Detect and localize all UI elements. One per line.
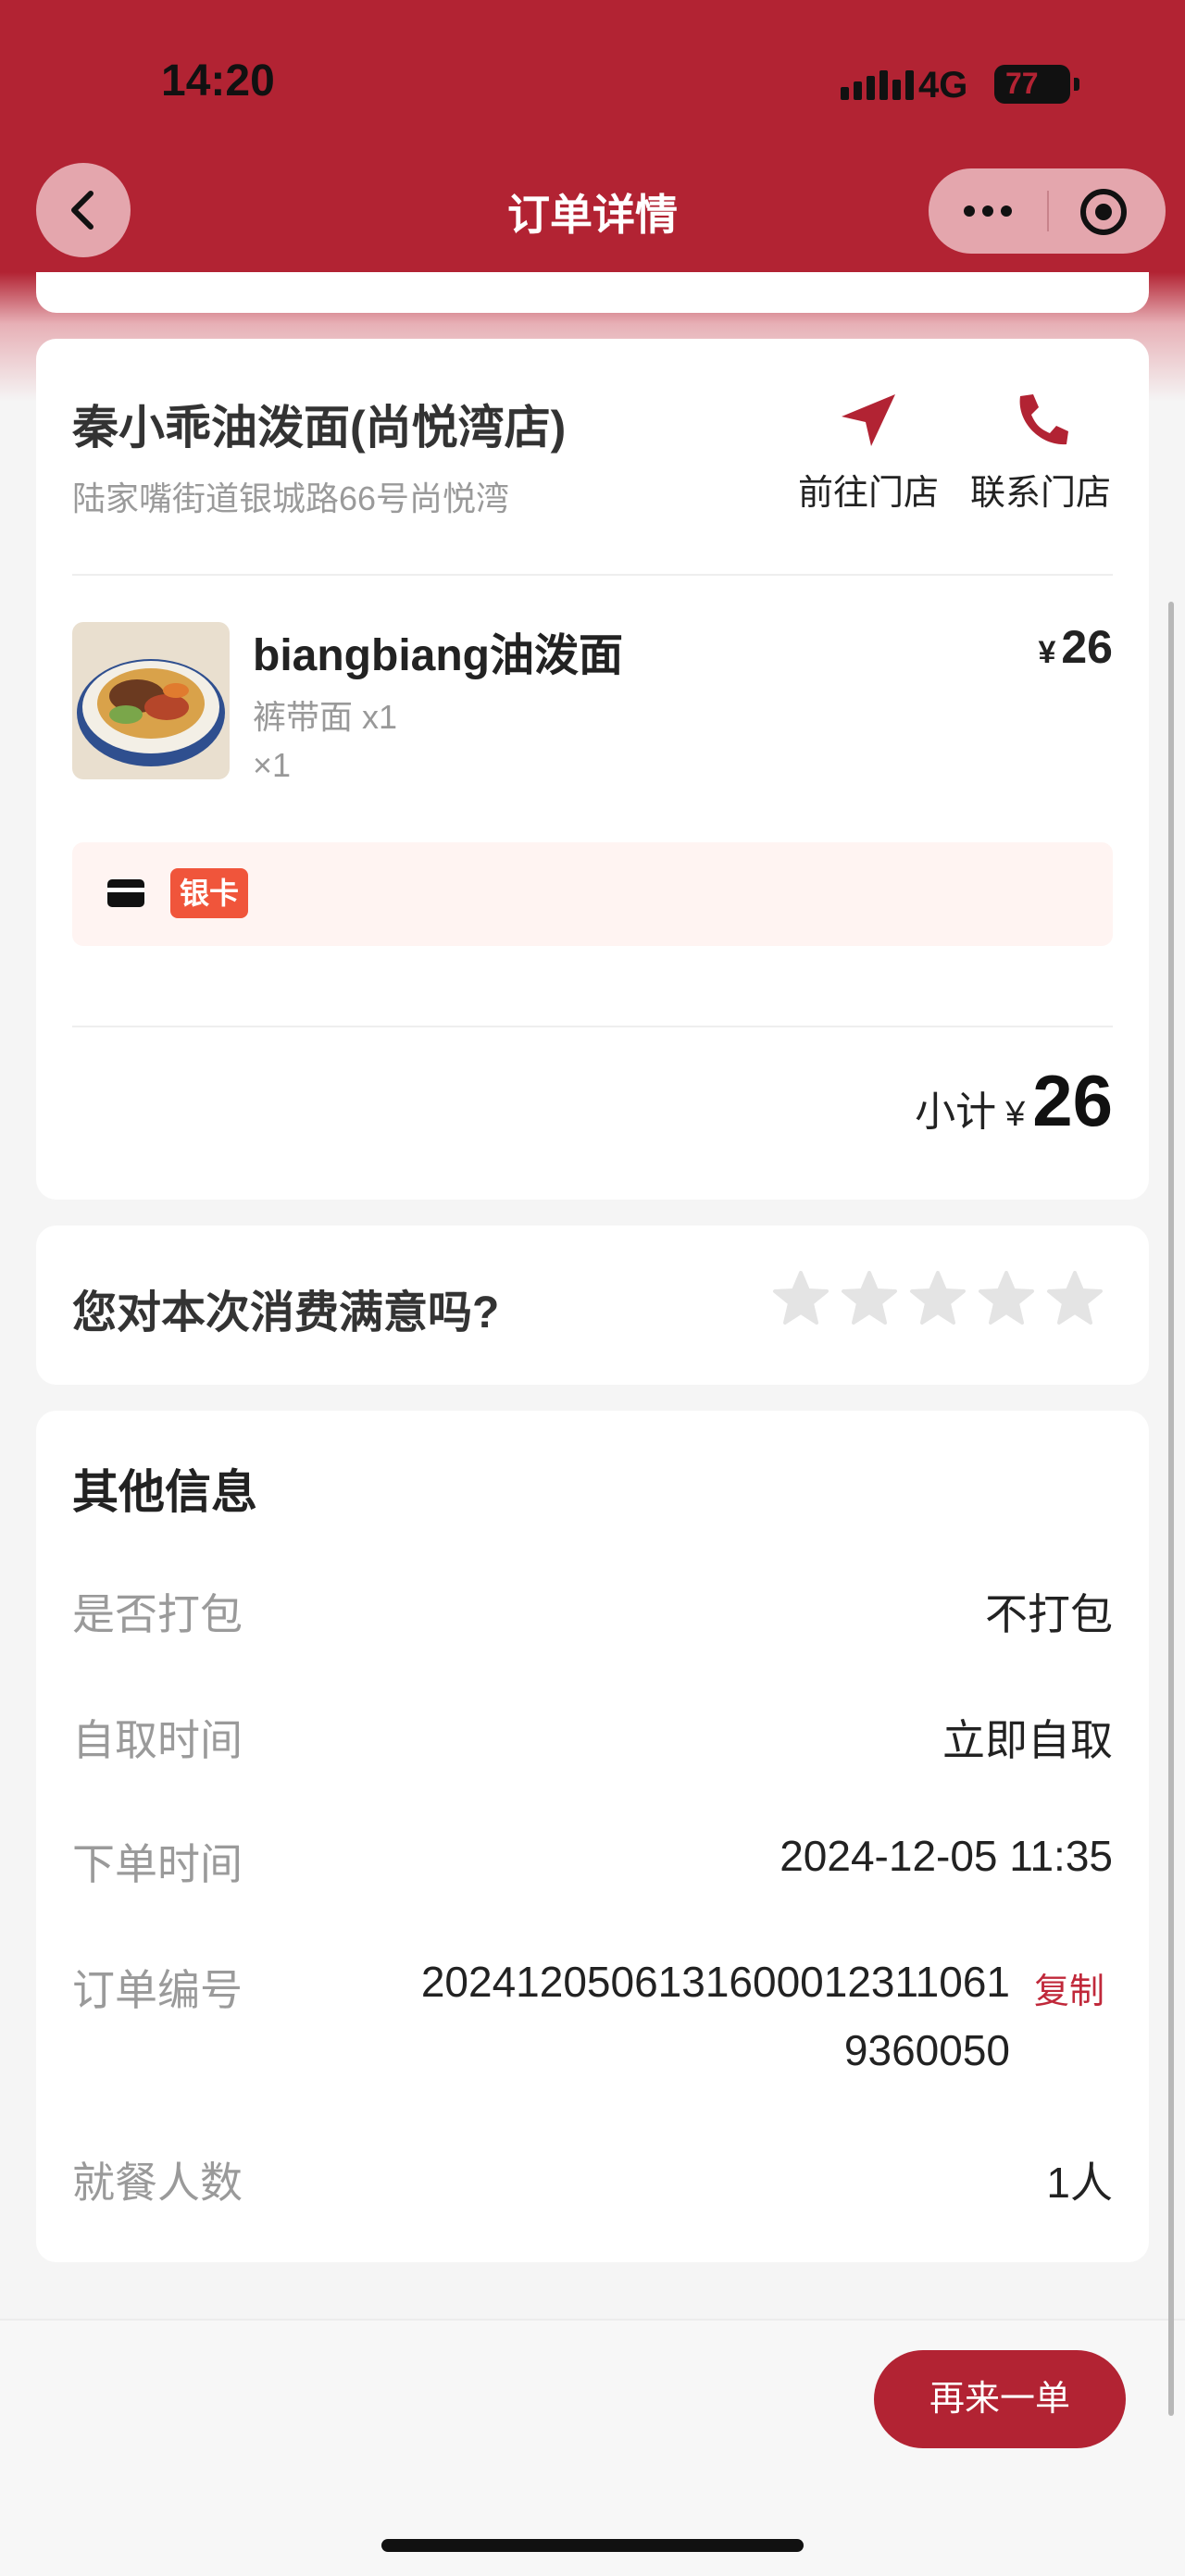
scrollbar[interactable] xyxy=(1168,602,1174,2416)
navigation-arrow-icon xyxy=(842,394,895,446)
close-mini-program-icon[interactable] xyxy=(1080,189,1127,235)
star-icon[interactable] xyxy=(841,1270,898,1327)
star-icon[interactable] xyxy=(772,1270,830,1327)
subtotal-label: 小计 xyxy=(915,1089,997,1135)
order-card: 秦小乖油泼面(尚悦湾店) 陆家嘴街道银城路66号尚悦湾 前往门店 联系门店 bi… xyxy=(36,339,1149,1200)
navigate-store-label: 前往门店 xyxy=(797,474,939,513)
packing-label: 是否打包 xyxy=(72,1590,243,1638)
capsule-divider xyxy=(1047,191,1049,231)
divider xyxy=(72,1026,1113,1027)
network-type: 4G xyxy=(918,65,968,106)
signal-icon xyxy=(841,70,914,100)
item-quantity: ×1 xyxy=(253,746,292,784)
header: 14:20 4G 77 订单详情 xyxy=(0,0,1185,272)
subtotal-currency: ¥ xyxy=(1005,1095,1026,1134)
rating-card: 您对本次消费满意吗? xyxy=(36,1226,1149,1385)
star-icon[interactable] xyxy=(978,1270,1035,1327)
item-price: ¥26 xyxy=(1038,620,1113,674)
more-dot-icon xyxy=(982,205,993,217)
subtotal-value: 26 xyxy=(1032,1060,1113,1141)
order-time-value: 2024-12-05 11:35 xyxy=(780,1832,1113,1880)
diners-value: 1人 xyxy=(1046,2159,1113,2207)
phone-icon xyxy=(1019,394,1068,445)
order-number-value: 2024120506131600012311061 xyxy=(420,1958,1010,2006)
order-time-label: 下单时间 xyxy=(72,1840,243,1888)
order-number-value-cont: 9360050 xyxy=(843,2026,1010,2074)
call-store-button[interactable]: 联系门店 xyxy=(967,391,1115,515)
star-icon[interactable] xyxy=(909,1270,967,1327)
store-address: 陆家嘴街道银城路66号尚悦湾 xyxy=(72,479,510,517)
bottom-action-bar: 再来一单 xyxy=(0,2319,1185,2576)
star-rating xyxy=(772,1270,1104,1327)
battery-cap xyxy=(1074,78,1079,91)
pickup-time-value: 立即自取 xyxy=(942,1716,1113,1764)
member-level-badge: 银卡 xyxy=(170,868,249,918)
status-time: 14:20 xyxy=(161,56,275,106)
item-image xyxy=(72,622,230,779)
diners-label: 就餐人数 xyxy=(72,2159,243,2207)
star-icon[interactable] xyxy=(1046,1270,1104,1327)
more-dot-icon xyxy=(1001,205,1012,217)
mini-program-capsule xyxy=(929,168,1166,254)
reorder-button[interactable]: 再来一单 xyxy=(874,2350,1126,2448)
subtotal: 小计 ¥ 26 xyxy=(915,1059,1113,1143)
more-menu-button[interactable] xyxy=(929,168,1047,254)
item-spec: 裤带面 x1 xyxy=(253,698,398,736)
other-info-title: 其他信息 xyxy=(72,1466,257,1518)
store-name: 秦小乖油泼面(尚悦湾店) xyxy=(72,402,567,454)
pickup-time-label: 自取时间 xyxy=(72,1716,243,1764)
copy-order-number-button[interactable]: 复制 xyxy=(1034,1962,1104,2013)
item-name: biangbiang油泼面 xyxy=(253,631,623,680)
battery-icon: 77 xyxy=(994,65,1070,104)
currency-symbol: ¥ xyxy=(1038,635,1056,670)
more-dot-icon xyxy=(964,205,975,217)
order-number-label: 订单编号 xyxy=(72,1966,243,2014)
item-price-value: 26 xyxy=(1061,621,1113,673)
call-store-label: 联系门店 xyxy=(969,474,1111,513)
member-card-bar: 银卡 xyxy=(72,842,1113,946)
other-info-card: 其他信息 是否打包 不打包 自取时间 立即自取 下单时间 2024-12-05 … xyxy=(36,1411,1149,2262)
card-icon xyxy=(107,879,144,907)
home-indicator[interactable] xyxy=(381,2539,804,2552)
divider xyxy=(72,574,1113,576)
packing-value: 不打包 xyxy=(985,1590,1113,1638)
navigate-store-button[interactable]: 前往门店 xyxy=(794,391,942,515)
rating-question: 您对本次消费满意吗? xyxy=(72,1288,500,1338)
battery-level: 77 xyxy=(1005,67,1039,100)
